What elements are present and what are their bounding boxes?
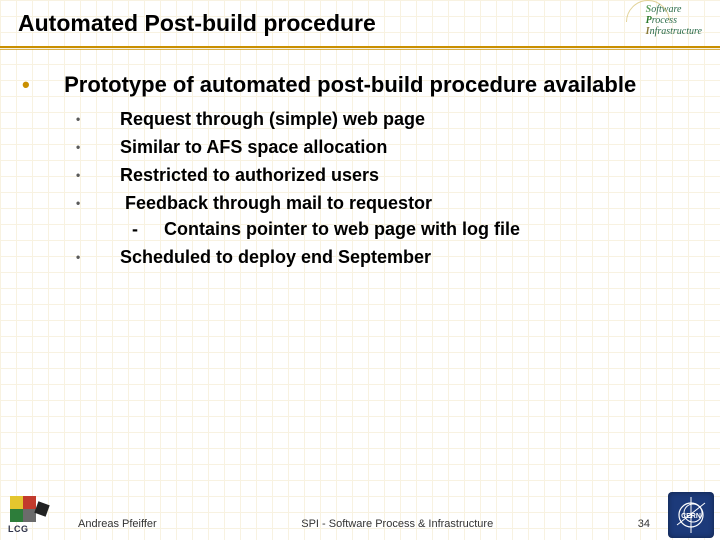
bullet-subsub: Contains pointer to web page with log fi…	[148, 218, 680, 241]
slide-footer: Andreas Pfeiffer SPI - Software Process …	[0, 518, 720, 530]
spi-logo-line3: nfrastructure	[650, 26, 702, 37]
cern-logo: CERN	[668, 492, 714, 538]
bullet-sub-text: Scheduled to deploy end September	[120, 247, 431, 267]
slide-title: Automated Post-build procedure	[18, 10, 702, 37]
slide-content: Prototype of automated post-build proced…	[0, 41, 720, 269]
bullet-main: Prototype of automated post-build proced…	[40, 71, 680, 269]
cern-logo-text: CERN	[681, 513, 701, 520]
spi-logo: Software Process Infrastructure	[646, 4, 702, 37]
bullet-sub: Restricted to authorized users	[98, 163, 680, 187]
bullet-sub: Feedback through mail to requestor Conta…	[98, 191, 680, 241]
footer-page-number: 34	[638, 518, 650, 530]
lcg-logo: LCG	[8, 496, 62, 536]
bullet-sub-text: Request through (simple) web page	[120, 109, 425, 129]
footer-author: Andreas Pfeiffer	[78, 518, 157, 530]
lcg-block-icon	[10, 496, 23, 509]
bullet-sub-text: Similar to AFS space allocation	[120, 137, 387, 157]
lcg-label: LCG	[8, 524, 62, 534]
bullet-sub: Similar to AFS space allocation	[98, 135, 680, 159]
bullet-main-text: Prototype of automated post-build proced…	[64, 72, 636, 97]
lcg-block-icon	[23, 496, 36, 509]
bullet-sub: Scheduled to deploy end September	[98, 245, 680, 269]
bullet-sub-text: Feedback through mail to requestor	[125, 193, 432, 213]
cern-logo-icon: CERN	[671, 495, 711, 535]
lcg-block-icon	[34, 501, 49, 516]
bullet-sub-text: Restricted to authorized users	[120, 165, 379, 185]
footer-center: SPI - Software Process & Infrastructure	[157, 518, 638, 530]
slide-header: Automated Post-build procedure	[0, 0, 720, 41]
lcg-block-icon	[10, 509, 23, 522]
bullet-sub: Request through (simple) web page	[98, 107, 680, 131]
bullet-subsub-text: Contains pointer to web page with log fi…	[164, 219, 520, 239]
